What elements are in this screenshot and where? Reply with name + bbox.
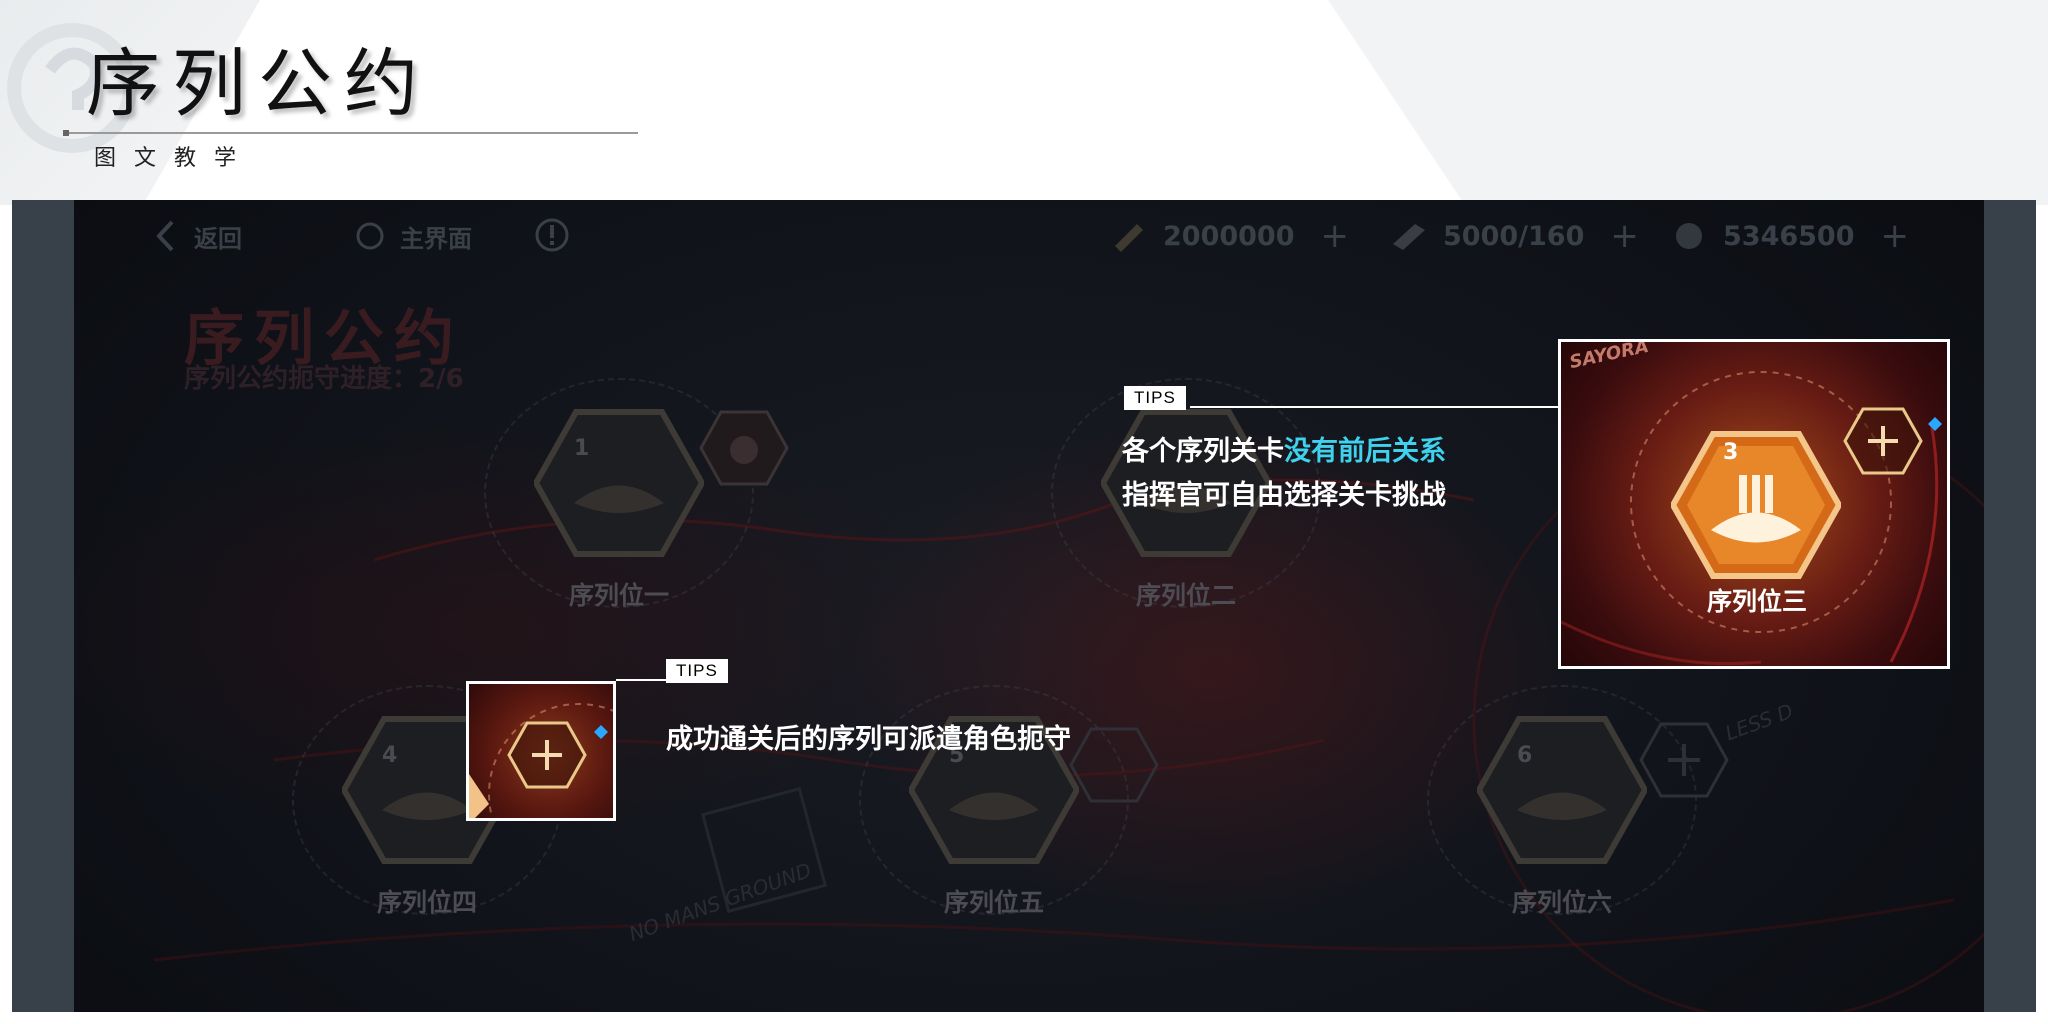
stage-number: 6 [1517,743,1533,768]
stage-3-emblem-icon [1671,431,1841,579]
energy-icon [1393,224,1425,250]
resource-ticket: 2000000 + [1109,216,1349,256]
title-divider-dot [63,130,69,136]
assigned-character-icon [699,410,789,486]
home-label: 主界面 [400,224,472,253]
tips-text-1-line2: 指挥官可自由选择关卡挑战 [1122,480,1446,511]
tips-connector-2 [616,679,668,681]
tips-tag-2: TIPS [666,659,728,683]
title-divider [64,132,638,134]
resource-coin-value: 5346500 [1723,220,1855,252]
tips-tag-1: TIPS [1124,386,1186,410]
add-ticket-button[interactable]: + [1321,216,1350,256]
stage-label: 序列位四 [376,888,477,917]
stage-3-number: 3 [1723,440,1739,465]
stage-label: 序列位五 [943,888,1044,917]
resource-coin: 5346500 + [1669,216,1909,256]
circle-icon [356,222,384,250]
add-energy-button[interactable]: + [1610,216,1639,256]
ticket-icon [1115,224,1143,252]
stage-number: 4 [382,743,398,768]
tips-text-1: 各个序列关卡没有前后关系 指挥官可自由选择关卡挑战 [1122,430,1446,518]
back-label: 返回 [194,224,242,253]
diamond-icon [594,725,608,739]
stage-label: 序列位一 [568,581,669,610]
tips-text-1-highlight: 没有前后关系 [1284,436,1446,467]
back-button[interactable]: 返回 [154,216,284,256]
stage-emblem-icon [534,409,704,557]
stage-emblem-icon [1477,716,1647,864]
page-subtitle: 图文教学 [94,146,255,171]
add-character-icon[interactable] [507,720,587,790]
stage-label: 序列位六 [1511,888,1612,917]
stage-node-1[interactable]: 1 序列位一 [484,378,789,610]
progress-text: 序列公约扼守进度：2/6 [184,364,464,394]
diamond-icon [1928,417,1942,431]
add-character-icon[interactable] [1639,720,1729,800]
home-button[interactable]: 主界面 [354,216,472,256]
stage-node-6[interactable]: 6 序列位六 [1427,685,1729,917]
resource-ticket-value: 2000000 [1163,220,1295,252]
add-coin-button[interactable]: + [1881,216,1910,256]
tips-text-2: 成功通关后的序列可派遣角色扼守 [666,724,1071,755]
coin-icon [1676,223,1702,249]
tips-text-1-line1: 各个序列关卡 [1122,436,1284,467]
add-character-icon[interactable] [1843,406,1923,476]
add-character-icon[interactable] [1069,725,1159,805]
stage-label: 序列位二 [1135,581,1236,610]
chevron-left-icon [156,220,174,252]
resource-energy-value: 5000/160 [1443,220,1585,252]
resource-energy: 5000/160 + [1389,216,1639,256]
top-bar: 返回 主界面 2000000 + 5000/160 + 5346500 + [74,200,1984,270]
highlight-stage-3[interactable]: SAYORA 3 序列位三 [1558,339,1950,669]
stage-number: 1 [574,436,590,461]
stage-3-label: 序列位三 [1706,587,1807,616]
tips-connector-1 [1190,406,1558,408]
highlight-add-slot[interactable] [466,681,616,821]
info-icon[interactable] [534,217,570,253]
header-background-right [1328,0,2048,205]
page-title: 序列公约 [86,41,430,127]
